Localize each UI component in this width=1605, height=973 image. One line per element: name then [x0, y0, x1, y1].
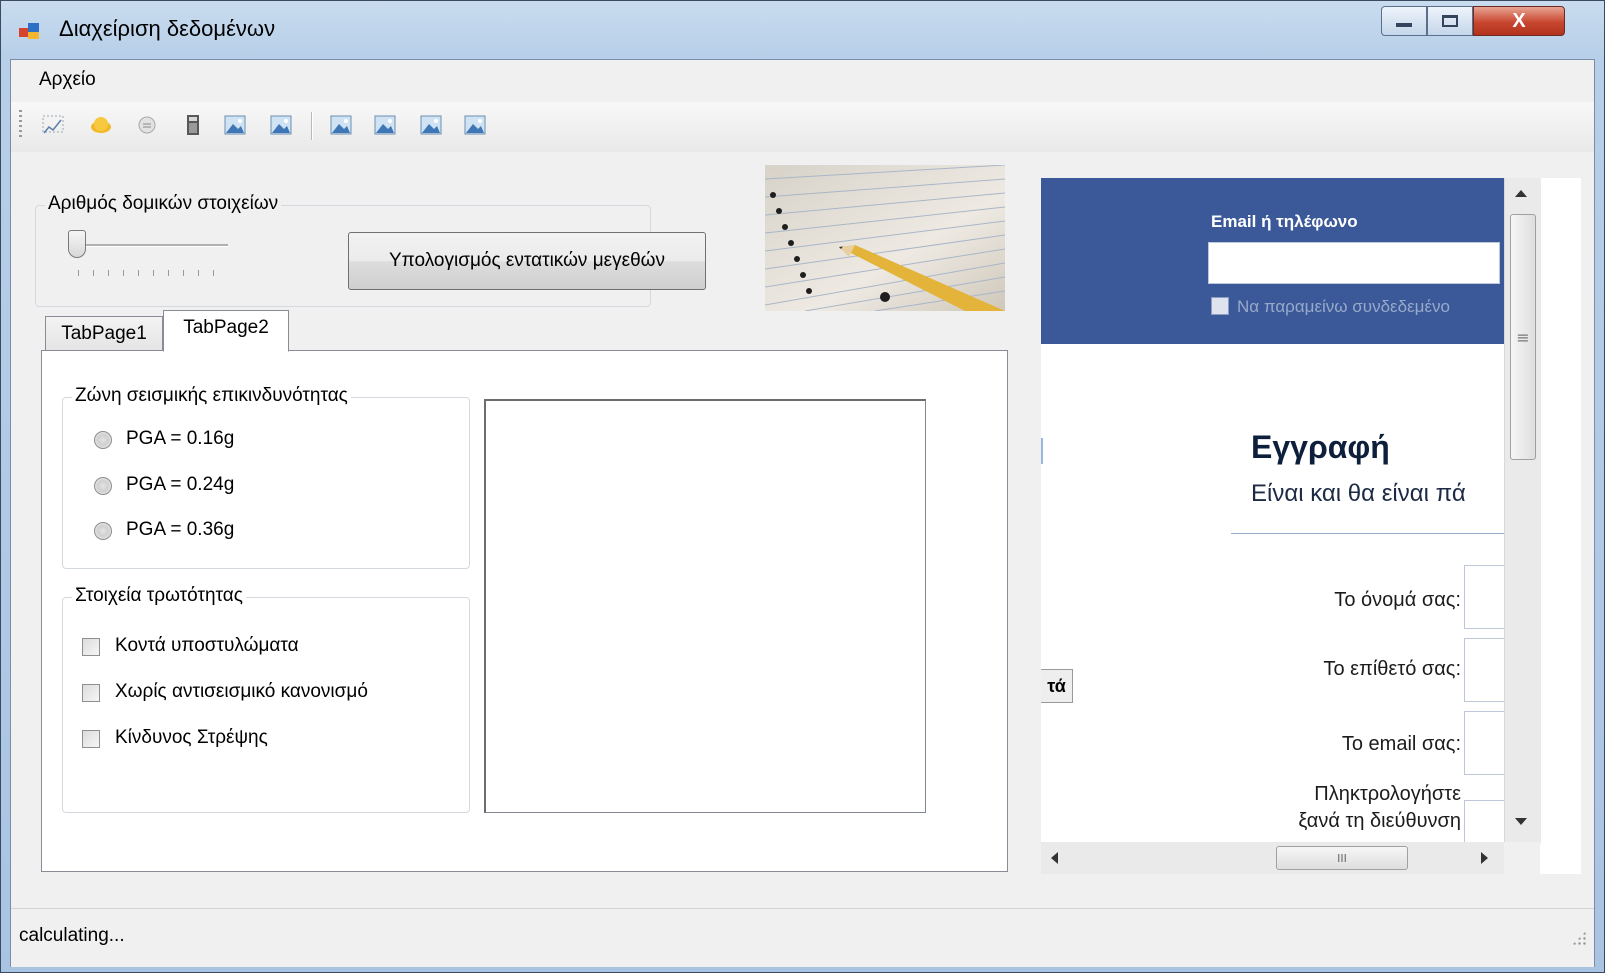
tab-tabpage2[interactable]: TabPage2 [163, 310, 289, 352]
app-icon [19, 23, 39, 39]
image-icon[interactable] [269, 113, 293, 137]
menu-bar: Αρχείο [11, 60, 1594, 100]
image-icon[interactable] [419, 113, 443, 137]
vulnerability-group: Στοιχεία τρωτότητας Κοντά υποστυλώματα Χ… [62, 585, 470, 813]
main-window: Διαχείριση δεδομένων X Αρχείο Αριθμός δο… [0, 0, 1605, 973]
close-button[interactable]: X [1473, 6, 1565, 36]
results-listbox[interactable] [484, 399, 926, 813]
no-seismic-code-checkbox[interactable] [82, 684, 100, 702]
email-field-label: Το email σας: [1341, 733, 1461, 755]
torsion-risk-checkbox[interactable] [82, 730, 100, 748]
seismic-zone-title: Ζώνη σεισμικής επικινδυνότητας [72, 385, 351, 407]
partial-button-label: τά [1047, 675, 1066, 696]
login-email-label: Email ή τηλέφωνο [1211, 212, 1358, 231]
maximize-button[interactable] [1427, 6, 1473, 36]
pga-036-radio[interactable] [94, 522, 112, 540]
vertical-scrollbar[interactable]: ≡ [1504, 178, 1541, 844]
elements-group: Αριθμός δομικών στοιχείων Υπολογισμός εν… [35, 193, 706, 307]
image-icon[interactable] [223, 113, 247, 137]
scroll-down-icon[interactable] [1515, 818, 1527, 825]
disc-icon[interactable] [135, 113, 159, 137]
title-bar[interactable]: Διαχείριση δεδομένων X [1, 1, 1604, 59]
login-email-input[interactable] [1208, 242, 1500, 284]
toolbar-separator [311, 112, 313, 140]
slider-track [78, 244, 228, 247]
fb-header: Email ή τηλέφωνο Να παραμείνω συνδεδεμέν… [1041, 178, 1511, 344]
signup-subtitle: Είναι και θα είναι πά [1251, 480, 1466, 507]
maximize-icon [1442, 15, 1458, 27]
remember-checkbox[interactable] [1211, 297, 1229, 315]
notebook-pencil-image [765, 165, 1005, 311]
reenter-email-label-1: Πληκτρολογήστε [1314, 783, 1461, 805]
calculate-forces-button[interactable]: Υπολογισμός εντατικών μεγεθών [348, 232, 706, 290]
left-edge-mark [1041, 438, 1043, 464]
signup-divider [1231, 533, 1531, 534]
elements-group-title: Αριθμός δομικών στοιχείων [45, 193, 282, 215]
status-bar: calculating... [11, 908, 1594, 967]
pga-024-label: PGA = 0.24g [126, 474, 235, 495]
toolbar-grip[interactable] [19, 110, 22, 140]
horizontal-scroll-grip: III [1337, 851, 1347, 865]
elements-slider[interactable] [68, 230, 228, 280]
pga-016-radio[interactable] [94, 431, 112, 449]
partial-button[interactable]: τά [1041, 669, 1073, 703]
horizontal-scroll-thumb[interactable]: III [1276, 846, 1408, 870]
slider-ticks [78, 270, 228, 276]
remember-label: Να παραμείνω συνδεδεμένο [1237, 297, 1450, 316]
first-name-label: Το όνομά σας: [1334, 589, 1461, 611]
no-seismic-code-label: Χωρίς αντισεισμικό κανονισμό [115, 681, 368, 702]
reenter-email-label-2: ξανά τη διεύθυνση [1298, 810, 1461, 830]
menu-file[interactable]: Αρχείο [39, 69, 96, 91]
web-browser[interactable]: Email ή τηλέφωνο Να παραμείνω συνδεδεμέν… [1041, 178, 1581, 874]
tabpage2-panel: Ζώνη σεισμικής επικινδυνότητας PGA = 0.1… [41, 350, 1008, 872]
pga-024-radio[interactable] [94, 477, 112, 495]
scroll-right-icon[interactable] [1481, 852, 1488, 864]
minimize-icon [1396, 23, 1412, 27]
pga-036-label: PGA = 0.36g [126, 519, 235, 540]
torsion-risk-label: Κίνδυνος Στρέψης [115, 727, 268, 748]
image-icon[interactable] [463, 113, 487, 137]
status-text: calculating... [19, 925, 125, 946]
resize-grip-icon[interactable] [1572, 931, 1586, 945]
scroll-left-icon[interactable] [1051, 852, 1058, 864]
window-title: Διαχείριση δεδομένων [59, 16, 276, 41]
scroll-corner [1504, 842, 1540, 874]
tab-tabpage1[interactable]: TabPage1 [45, 316, 163, 351]
slider-thumb[interactable] [68, 230, 86, 258]
signup-heading: Εγγραφή [1251, 429, 1390, 465]
pga-016-label: PGA = 0.16g [126, 428, 235, 449]
short-columns-checkbox[interactable] [82, 638, 100, 656]
seismic-zone-group: Ζώνη σεισμικής επικινδυνότητας PGA = 0.1… [62, 385, 470, 569]
scroll-up-icon[interactable] [1515, 190, 1527, 197]
image-icon[interactable] [373, 113, 397, 137]
vertical-scroll-thumb[interactable]: ≡ [1510, 214, 1536, 460]
last-name-label: Το επίθετό σας: [1323, 658, 1461, 680]
client-area: Αρχείο Αριθμός δομικών στοιχείων Υπολογι… [10, 59, 1595, 967]
chart-icon[interactable] [41, 113, 65, 137]
toolbar [11, 102, 1594, 152]
hardhat-icon[interactable] [89, 113, 113, 137]
minimize-button[interactable] [1381, 6, 1427, 36]
close-icon: X [1512, 9, 1526, 32]
calculator-icon[interactable] [181, 113, 205, 137]
vertical-scroll-grip: ≡ [1516, 327, 1530, 347]
image-icon[interactable] [329, 113, 353, 137]
vulnerability-title: Στοιχεία τρωτότητας [72, 585, 246, 607]
short-columns-label: Κοντά υποστυλώματα [115, 635, 299, 656]
horizontal-scrollbar[interactable]: III [1041, 842, 1504, 874]
